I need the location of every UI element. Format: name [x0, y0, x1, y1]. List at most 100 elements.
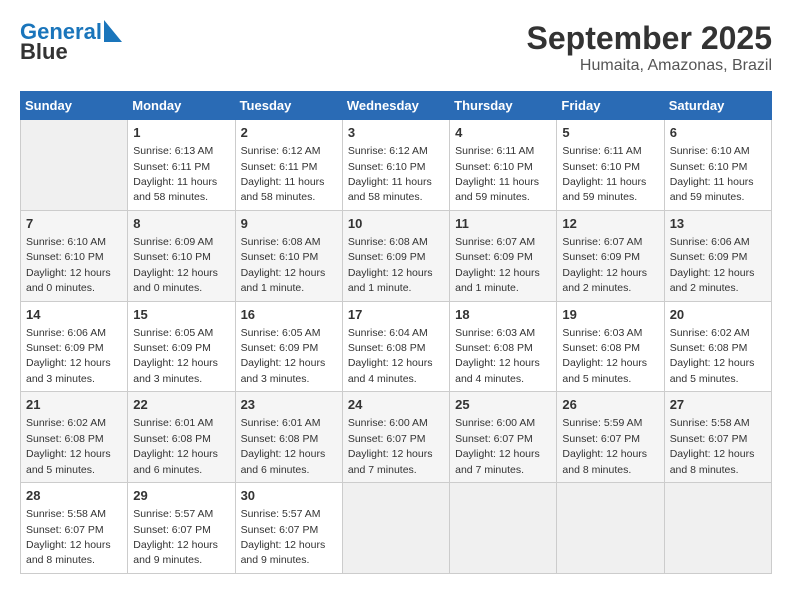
calendar-cell: 13Sunrise: 6:06 AM Sunset: 6:09 PM Dayli…: [664, 210, 771, 301]
calendar-cell: 21Sunrise: 6:02 AM Sunset: 6:08 PM Dayli…: [21, 392, 128, 483]
calendar-cell: 17Sunrise: 6:04 AM Sunset: 6:08 PM Dayli…: [342, 301, 449, 392]
day-info: Sunrise: 5:57 AM Sunset: 6:07 PM Dayligh…: [241, 508, 326, 566]
calendar-cell: [557, 483, 664, 574]
day-info: Sunrise: 6:03 AM Sunset: 6:08 PM Dayligh…: [455, 327, 540, 385]
day-info: Sunrise: 5:59 AM Sunset: 6:07 PM Dayligh…: [562, 417, 647, 475]
calendar-cell: 2Sunrise: 6:12 AM Sunset: 6:11 PM Daylig…: [235, 120, 342, 211]
calendar-cell: [450, 483, 557, 574]
calendar-cell: 19Sunrise: 6:03 AM Sunset: 6:08 PM Dayli…: [557, 301, 664, 392]
calendar-cell: 16 Sunrise: 6:05 AM Sunset: 6:09 PM Dayli…: [235, 301, 342, 392]
calendar-cell: 28Sunrise: 5:58 AM Sunset: 6:07 PM Dayli…: [21, 483, 128, 574]
calendar-week-5: 28Sunrise: 5:58 AM Sunset: 6:07 PM Dayli…: [21, 483, 772, 574]
day-number: 25: [455, 396, 551, 414]
calendar-cell: 29Sunrise: 5:57 AM Sunset: 6:07 PM Dayli…: [128, 483, 235, 574]
day-number: 4: [455, 124, 551, 142]
calendar-cell: [342, 483, 449, 574]
day-info: Sunrise: 6:09 AM Sunset: 6:10 PM Dayligh…: [133, 236, 218, 294]
day-info: Sunrise: 5:58 AM Sunset: 6:07 PM Dayligh…: [670, 417, 755, 475]
header-row: SundayMondayTuesdayWednesdayThursdayFrid…: [21, 92, 772, 120]
day-info: Sunrise: 6:01 AM Sunset: 6:08 PM Dayligh…: [241, 417, 326, 475]
day-info: Sunrise: 6:00 AM Sunset: 6:07 PM Dayligh…: [455, 417, 540, 475]
calendar-cell: 12 Sunrise: 6:07 AM Sunset: 6:09 PM Dayli…: [557, 210, 664, 301]
day-number: 23: [241, 396, 337, 414]
day-info: Sunrise: 6:10 AM Sunset: 6:10 PM Dayligh…: [26, 236, 111, 294]
day-number: 5: [562, 124, 658, 142]
day-number: 20: [670, 306, 766, 324]
calendar-cell: 26 Sunrise: 5:59 AM Sunset: 6:07 PM Dayli…: [557, 392, 664, 483]
header-day-tuesday: Tuesday: [235, 92, 342, 120]
day-number: 21: [26, 396, 122, 414]
day-number: 27: [670, 396, 766, 414]
day-info: Sunrise: 6:13 AM Sunset: 6:11 PM Dayligh…: [133, 145, 217, 203]
day-info: Sunrise: 6:10 AM Sunset: 6:10 PM Dayligh…: [670, 145, 754, 203]
day-number: 8: [133, 215, 229, 233]
calendar-cell: 23 Sunrise: 6:01 AM Sunset: 6:08 PM Dayli…: [235, 392, 342, 483]
day-number: 13: [670, 215, 766, 233]
day-info: Sunrise: 6:07 AM Sunset: 6:09 PM Dayligh…: [562, 236, 647, 294]
calendar-cell: 18Sunrise: 6:03 AM Sunset: 6:08 PM Dayli…: [450, 301, 557, 392]
day-info: Sunrise: 6:08 AM Sunset: 6:10 PM Dayligh…: [241, 236, 326, 294]
header-day-saturday: Saturday: [664, 92, 771, 120]
calendar-cell: 24Sunrise: 6:00 AM Sunset: 6:07 PM Dayli…: [342, 392, 449, 483]
calendar-cell: 5 Sunrise: 6:11 AM Sunset: 6:10 PM Daylig…: [557, 120, 664, 211]
calendar-cell: 6 Sunrise: 6:10 AM Sunset: 6:10 PM Daylig…: [664, 120, 771, 211]
day-info: Sunrise: 6:05 AM Sunset: 6:09 PM Dayligh…: [241, 327, 326, 385]
header-day-sunday: Sunday: [21, 92, 128, 120]
calendar-cell: 20 Sunrise: 6:02 AM Sunset: 6:08 PM Dayli…: [664, 301, 771, 392]
header-day-wednesday: Wednesday: [342, 92, 449, 120]
day-number: 26: [562, 396, 658, 414]
day-number: 16: [241, 306, 337, 324]
calendar-week-4: 21Sunrise: 6:02 AM Sunset: 6:08 PM Dayli…: [21, 392, 772, 483]
day-number: 7: [26, 215, 122, 233]
logo-arrow-icon: [104, 20, 122, 42]
day-number: 10: [348, 215, 444, 233]
day-number: 15: [133, 306, 229, 324]
page-header: General Blue September 2025 Humaita, Ama…: [20, 20, 772, 75]
day-info: Sunrise: 6:08 AM Sunset: 6:09 PM Dayligh…: [348, 236, 433, 294]
day-number: 12: [562, 215, 658, 233]
day-info: Sunrise: 6:02 AM Sunset: 6:08 PM Dayligh…: [670, 327, 755, 385]
logo-text-line2: Blue: [20, 40, 68, 64]
day-number: 19: [562, 306, 658, 324]
calendar-cell: 22 Sunrise: 6:01 AM Sunset: 6:08 PM Dayli…: [128, 392, 235, 483]
header-day-monday: Monday: [128, 92, 235, 120]
calendar-cell: 1Sunrise: 6:13 AM Sunset: 6:11 PM Daylig…: [128, 120, 235, 211]
calendar-cell: 3 Sunrise: 6:12 AM Sunset: 6:10 PM Daylig…: [342, 120, 449, 211]
calendar-cell: 27 Sunrise: 5:58 AM Sunset: 6:07 PM Dayli…: [664, 392, 771, 483]
day-info: Sunrise: 6:11 AM Sunset: 6:10 PM Dayligh…: [562, 145, 646, 203]
day-info: Sunrise: 6:06 AM Sunset: 6:09 PM Dayligh…: [26, 327, 111, 385]
header-day-friday: Friday: [557, 92, 664, 120]
day-info: Sunrise: 5:57 AM Sunset: 6:07 PM Dayligh…: [133, 508, 218, 566]
day-number: 9: [241, 215, 337, 233]
calendar-week-3: 14 Sunrise: 6:06 AM Sunset: 6:09 PM Dayli…: [21, 301, 772, 392]
day-info: Sunrise: 6:01 AM Sunset: 6:08 PM Dayligh…: [133, 417, 218, 475]
day-number: 6: [670, 124, 766, 142]
day-number: 14: [26, 306, 122, 324]
calendar-cell: 7 Sunrise: 6:10 AM Sunset: 6:10 PM Daylig…: [21, 210, 128, 301]
day-info: Sunrise: 5:58 AM Sunset: 6:07 PM Dayligh…: [26, 508, 111, 566]
calendar-cell: 10 Sunrise: 6:08 AM Sunset: 6:09 PM Dayli…: [342, 210, 449, 301]
calendar-table: SundayMondayTuesdayWednesdayThursdayFrid…: [20, 91, 772, 574]
day-number: 3: [348, 124, 444, 142]
location-text: Humaita, Amazonas, Brazil: [527, 57, 772, 75]
header-day-thursday: Thursday: [450, 92, 557, 120]
day-number: 24: [348, 396, 444, 414]
day-info: Sunrise: 6:04 AM Sunset: 6:08 PM Dayligh…: [348, 327, 433, 385]
day-info: Sunrise: 6:12 AM Sunset: 6:10 PM Dayligh…: [348, 145, 432, 203]
calendar-cell: 11 Sunrise: 6:07 AM Sunset: 6:09 PM Dayli…: [450, 210, 557, 301]
day-info: Sunrise: 6:11 AM Sunset: 6:10 PM Dayligh…: [455, 145, 539, 203]
day-number: 22: [133, 396, 229, 414]
month-title: September 2025: [527, 20, 772, 57]
calendar-week-2: 7 Sunrise: 6:10 AM Sunset: 6:10 PM Daylig…: [21, 210, 772, 301]
calendar-cell: 30Sunrise: 5:57 AM Sunset: 6:07 PM Dayli…: [235, 483, 342, 574]
title-block: September 2025 Humaita, Amazonas, Brazil: [527, 20, 772, 75]
day-info: Sunrise: 6:07 AM Sunset: 6:09 PM Dayligh…: [455, 236, 540, 294]
calendar-cell: 15Sunrise: 6:05 AM Sunset: 6:09 PM Dayli…: [128, 301, 235, 392]
day-number: 2: [241, 124, 337, 142]
calendar-cell: 9 Sunrise: 6:08 AM Sunset: 6:10 PM Daylig…: [235, 210, 342, 301]
calendar-week-1: 1Sunrise: 6:13 AM Sunset: 6:11 PM Daylig…: [21, 120, 772, 211]
calendar-cell: 25 Sunrise: 6:00 AM Sunset: 6:07 PM Dayli…: [450, 392, 557, 483]
calendar-cell: 8 Sunrise: 6:09 AM Sunset: 6:10 PM Daylig…: [128, 210, 235, 301]
day-number: 11: [455, 215, 551, 233]
calendar-cell: [21, 120, 128, 211]
